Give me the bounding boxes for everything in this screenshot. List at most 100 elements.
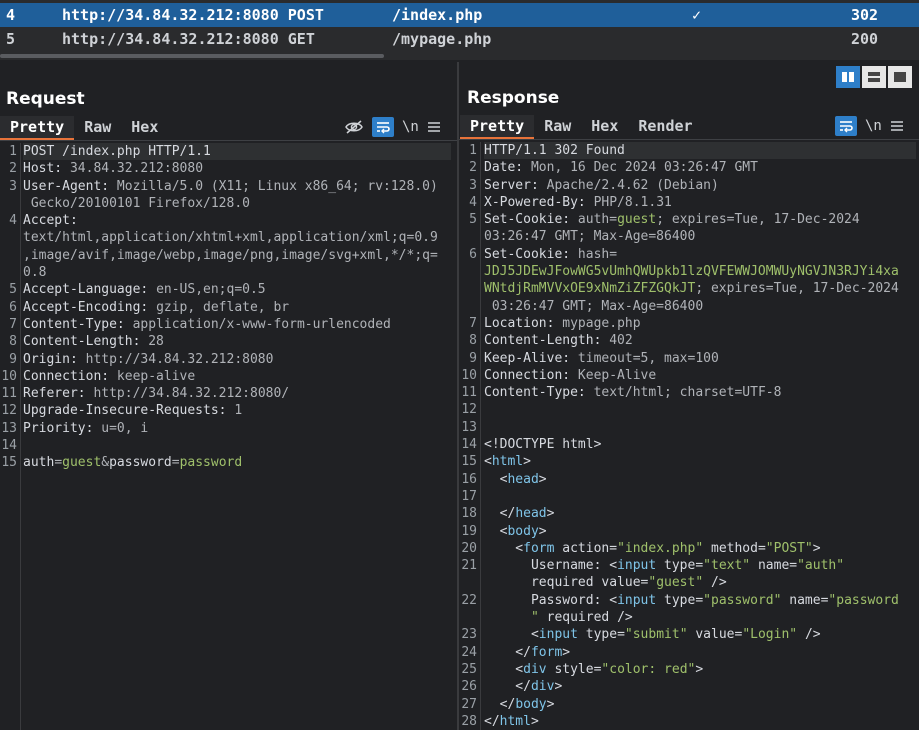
code-token: Referer: xyxy=(23,386,94,402)
line-number-gutter: 12345 6 7 8 9 10 11 12 13 14 15 16 17 18 19 20 21 22 2… xyxy=(460,142,480,730)
code-line: <head> xyxy=(484,471,916,488)
line-number xyxy=(460,609,480,626)
history-row[interactable]: 5 http://34.84.32.212:8080 GET /mypage.p… xyxy=(0,27,919,51)
code-token: u=0, i xyxy=(101,420,149,436)
code-token: Set-Cookie: xyxy=(484,212,578,228)
code-token: User-Agent: xyxy=(23,178,117,194)
code-token: mypage.php xyxy=(562,315,641,331)
line-number xyxy=(460,263,480,280)
code-token: Origin: xyxy=(23,351,86,367)
code-token: timeout=5, max=100 xyxy=(577,350,719,366)
code-line: Content-Length: 402 xyxy=(484,332,916,349)
code-line: Origin: http://34.84.32.212:8080 xyxy=(23,351,451,368)
response-tab-render[interactable]: Render xyxy=(628,115,702,139)
code-token: Host: xyxy=(23,161,70,177)
panel-divider[interactable] xyxy=(457,62,459,730)
newline-toggle[interactable]: \n xyxy=(402,117,419,137)
newline-toggle[interactable]: \n xyxy=(865,116,882,136)
wrap-lines-button[interactable] xyxy=(835,116,857,136)
request-tab-raw[interactable]: Raw xyxy=(74,116,121,140)
response-tab-pretty[interactable]: Pretty xyxy=(460,115,535,139)
code-token: action= xyxy=(554,540,618,556)
code-token: Mon, 16 Dec 2024 03:26:47 GMT xyxy=(530,160,758,176)
wrap-lines-button[interactable] xyxy=(372,117,394,137)
horizontal-scrollbar[interactable] xyxy=(0,54,384,58)
code-token: http://34.84.32.212:8080 xyxy=(85,351,274,367)
code-line: X-Powered-By: PHP/8.1.31 xyxy=(484,194,916,211)
code-line: Password: <input type="password" name="p… xyxy=(484,592,916,609)
layout-switcher xyxy=(836,66,912,88)
line-number: 7 xyxy=(9,316,17,332)
code-token: type= xyxy=(577,627,625,643)
code-line: </head> xyxy=(484,505,916,522)
response-tab-raw[interactable]: Raw xyxy=(534,115,581,139)
line-number: 26 xyxy=(461,679,477,695)
code-token: Content-Type: xyxy=(23,316,133,332)
row-host-text: http://34.84.32.212:8080 xyxy=(62,30,279,48)
code-token: 1 xyxy=(234,403,243,419)
layout-side-by-side-button[interactable] xyxy=(836,66,860,88)
code-token: input xyxy=(617,558,657,574)
response-editor[interactable]: 12345 6 7 8 9 10 11 12 13 14 15 16 17 18 19 20 21 22 2… xyxy=(460,142,919,730)
code-line: Content-Type: application/x-www-form-url… xyxy=(23,316,451,333)
code-token: value= xyxy=(687,627,743,643)
request-title: Request xyxy=(6,89,85,109)
history-row[interactable]: 4 http://34.84.32.212:8080 POST /index.p… xyxy=(0,3,919,27)
request-tab-hex[interactable]: Hex xyxy=(121,116,168,140)
layout-stacked-button[interactable] xyxy=(862,66,886,88)
code-line: 03:26:47 GMT; Max-Age=86400 xyxy=(484,298,916,315)
code-token: keep-alive xyxy=(116,368,196,384)
code-token: Location: xyxy=(484,315,563,331)
single-pane-icon xyxy=(894,72,906,82)
code-token: <!DOCTYPE html> xyxy=(484,437,602,453)
code-token: "submit" xyxy=(624,627,688,643)
code-token: Keep-Alive xyxy=(577,367,657,383)
line-number: 15 xyxy=(461,454,477,470)
code-token: > xyxy=(695,661,704,677)
code-token: Keep-Alive: xyxy=(484,350,578,366)
request-editor[interactable]: 123 4 5 6 7 8 9 10 11 12 13 14 15 POST /index.php … xyxy=(0,143,457,730)
line-number: 17 xyxy=(461,488,477,504)
code-line: <input type="submit" value="Login" /> xyxy=(484,626,916,643)
code-line: <!DOCTYPE html> xyxy=(484,436,916,453)
code-token: "guest" xyxy=(648,575,704,591)
code-line: Set-Cookie: auth=guest; expires=Tue, 17-… xyxy=(484,211,916,228)
hide-icon[interactable] xyxy=(344,117,364,137)
request-tab-pretty[interactable]: Pretty xyxy=(0,116,75,140)
code-token: ,image/avif,image/webp,image/png,image/s… xyxy=(23,247,438,263)
code-token: Priority: xyxy=(23,420,102,436)
layout-single-button[interactable] xyxy=(888,66,912,88)
code-token: </ xyxy=(484,713,500,729)
code-token: PHP/8.1.31 xyxy=(593,194,672,210)
code-token: 402 xyxy=(609,333,633,349)
response-tab-hex[interactable]: Hex xyxy=(581,115,628,139)
code-token: password xyxy=(179,455,243,471)
code-line: <form action="index.php" method="POST"> xyxy=(484,540,916,557)
line-number xyxy=(0,195,20,212)
row-host: http://34.84.32.212:8080 GET xyxy=(62,27,315,51)
row-host: http://34.84.32.212:8080 POST xyxy=(62,3,324,27)
code-token: > xyxy=(530,713,539,729)
code-line: User-Agent: Mozilla/5.0 (X11; Linux x86_… xyxy=(23,178,451,195)
code-token: </ xyxy=(484,644,531,660)
line-number: 6 xyxy=(9,299,17,315)
code-token: div xyxy=(523,661,547,677)
code-token: Gecko/20100101 Firefox/128.0 xyxy=(23,195,250,211)
code-token: application/x-www-form-urlencoded xyxy=(132,316,391,332)
code-token: style= xyxy=(546,661,602,677)
code-line: </body> xyxy=(484,696,916,713)
code-line: Priority: u=0, i xyxy=(23,420,451,437)
menu-icon[interactable] xyxy=(427,117,441,137)
code-token: text/html; charset=UTF-8 xyxy=(593,385,782,401)
line-number: 2 xyxy=(9,161,17,177)
code-token: & xyxy=(101,455,110,471)
code-token: Date: xyxy=(484,160,531,176)
code-token: Username: < xyxy=(484,558,618,574)
row-method: POST xyxy=(287,6,324,24)
menu-icon[interactable] xyxy=(890,116,904,136)
code-token: name= xyxy=(781,592,829,608)
code-token: < xyxy=(484,627,539,643)
code-token: POST /index.php HTTP/1.1 xyxy=(23,144,211,159)
